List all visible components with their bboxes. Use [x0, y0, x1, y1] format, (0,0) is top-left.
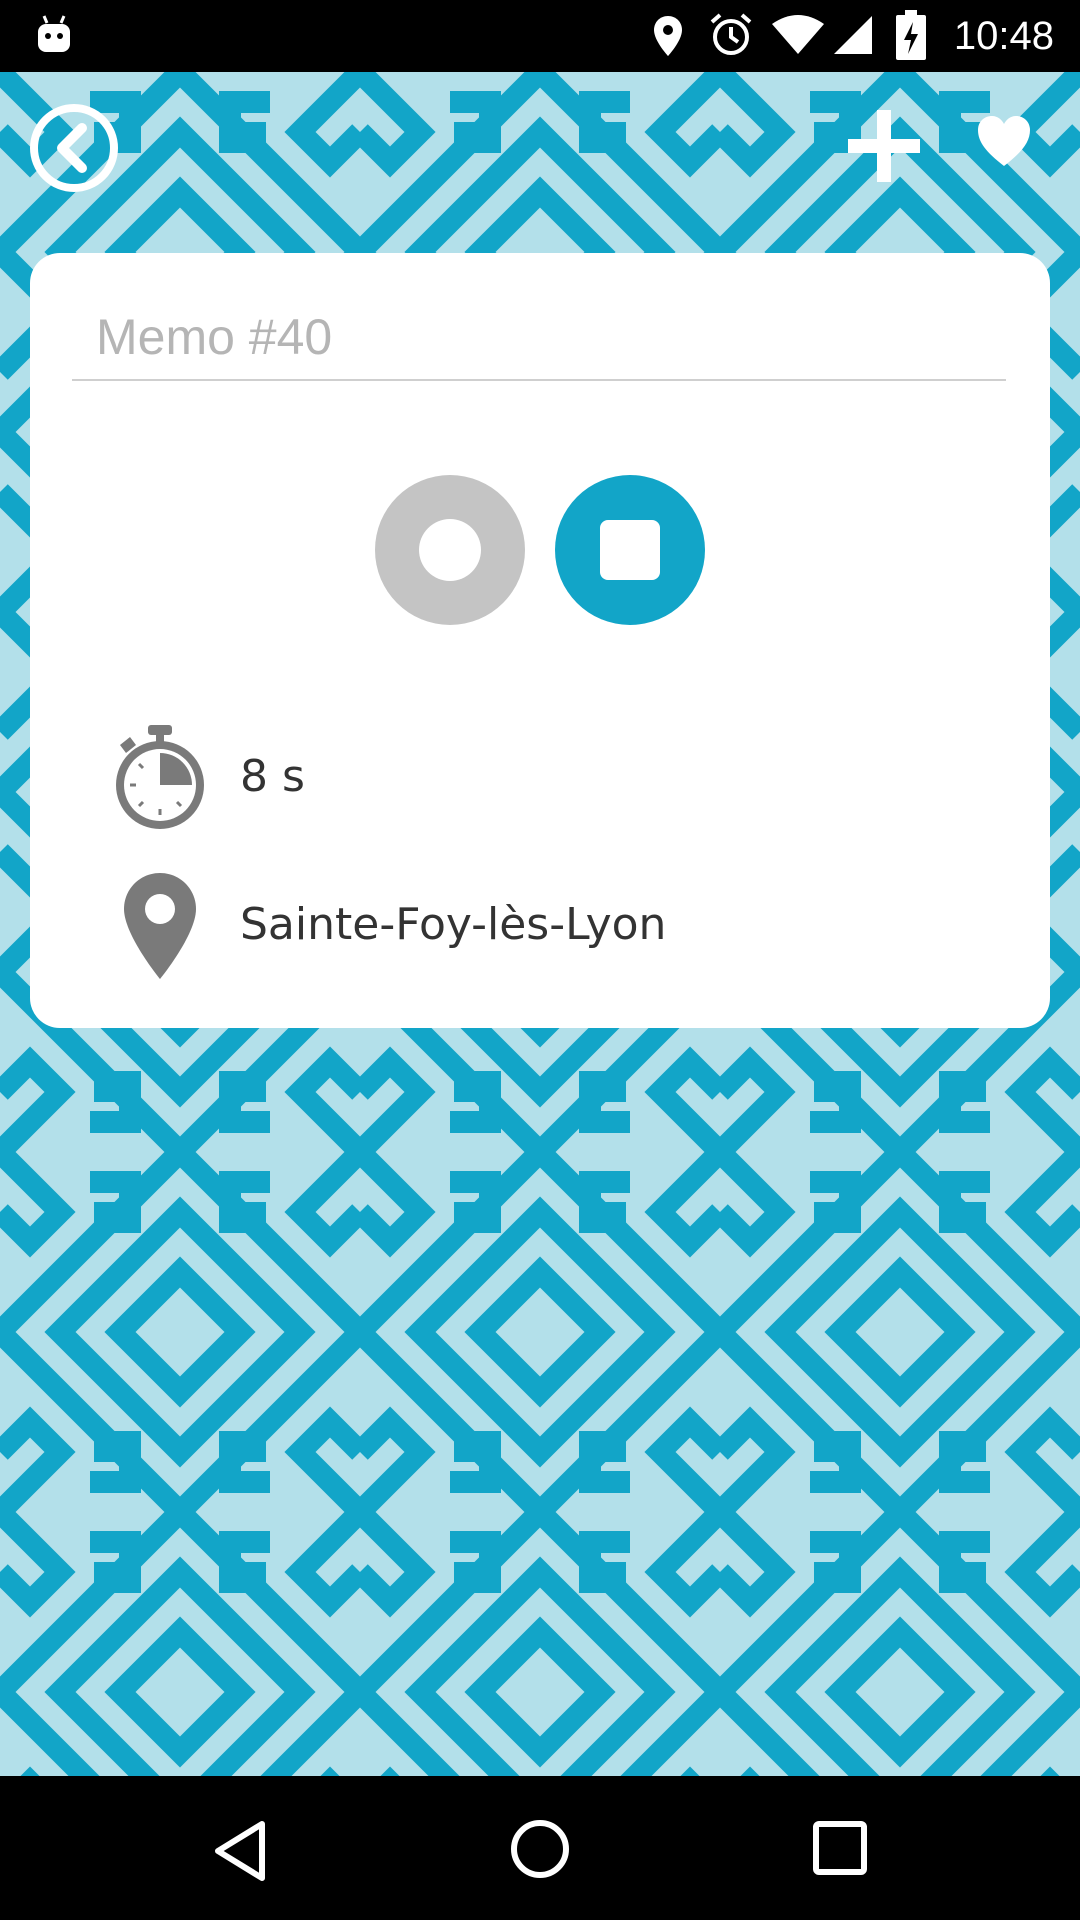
nav-home-button[interactable]: [509, 1818, 571, 1884]
location-label: Sainte-Foy-lès-Lyon: [240, 899, 667, 950]
memo-title-input[interactable]: [72, 295, 1006, 381]
stop-icon: [555, 475, 705, 625]
back-button[interactable]: [28, 102, 120, 198]
recents-square-icon: [813, 1821, 867, 1875]
heart-icon: [978, 116, 1030, 166]
location-row: Sainte-Foy-lès-Lyon: [30, 871, 1050, 981]
record-icon: [375, 475, 525, 625]
duration-label: 8 s: [240, 751, 305, 802]
wifi-icon: [770, 14, 826, 60]
memo-card: 8 s Sainte-Foy-lès-Lyon: [30, 253, 1050, 1028]
nav-recents-button[interactable]: [812, 1820, 868, 1880]
nav-back-button[interactable]: [212, 1820, 268, 1886]
favorite-button[interactable]: [976, 114, 1032, 174]
main-content: 8 s Sainte-Foy-lès-Lyon: [0, 72, 1080, 1776]
stopwatch-icon: [110, 723, 210, 837]
alarm-icon: [708, 12, 754, 62]
android-debug-icon: [36, 14, 72, 58]
map-pin-icon: [122, 871, 198, 985]
phone-screen: 10:48 Memo #40 8 s Sainte-Foy-lès-Lyon: [0, 0, 1080, 1920]
record-button[interactable]: [375, 475, 525, 629]
back-triangle-icon: [215, 1821, 265, 1881]
status-time: 10:48: [953, 14, 1054, 58]
location-icon: [652, 14, 684, 62]
navigation-bar: [0, 1776, 1080, 1920]
battery-charging-icon: [896, 10, 926, 64]
status-bar: 10:48: [0, 0, 1080, 72]
back-circle-icon: [30, 104, 118, 192]
stop-button[interactable]: [555, 475, 705, 629]
cell-signal-icon: [832, 14, 874, 60]
duration-row: 8 s: [30, 723, 1050, 833]
plus-icon: [848, 110, 920, 182]
home-circle-icon: [511, 1820, 569, 1878]
add-button[interactable]: [846, 108, 922, 188]
